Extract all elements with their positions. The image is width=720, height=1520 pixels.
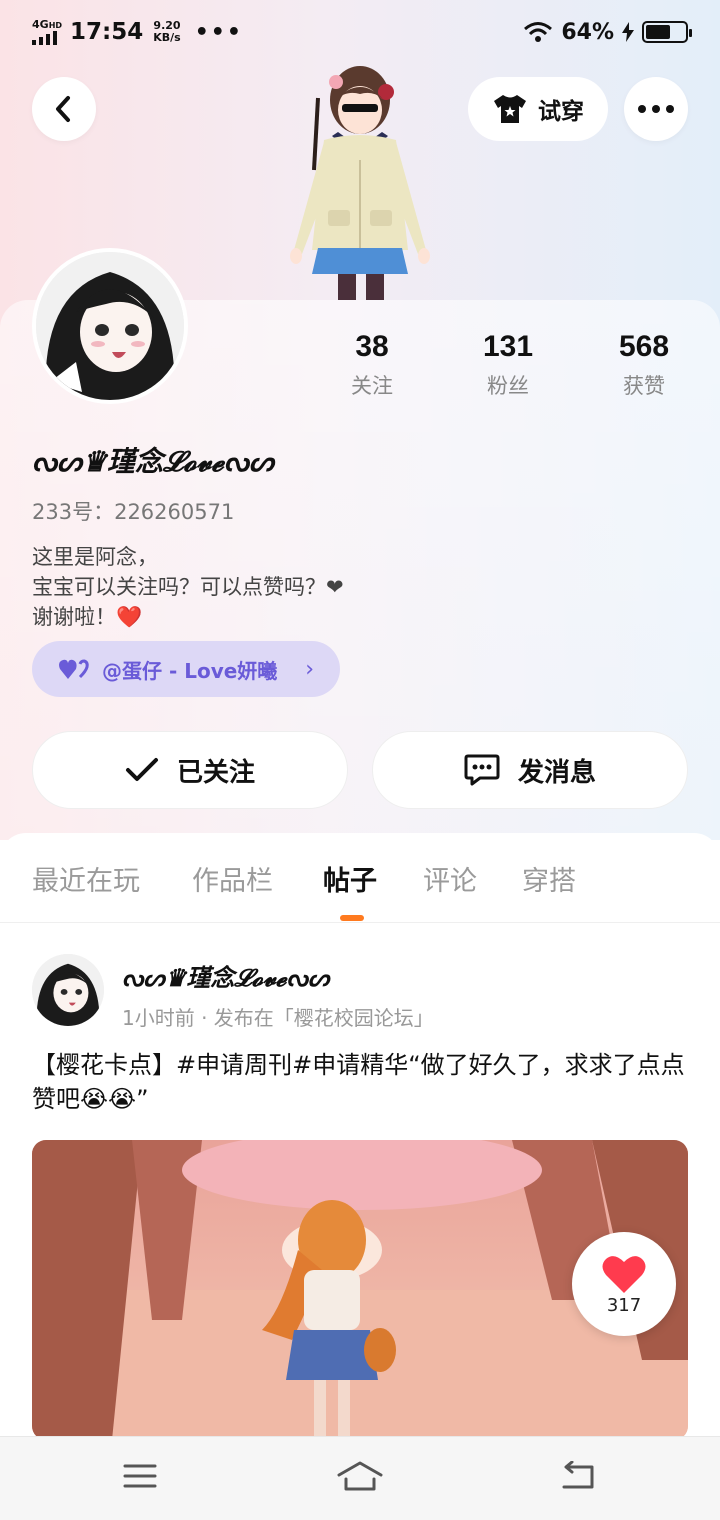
linked-hearts-icon xyxy=(59,659,89,679)
wifi-icon xyxy=(524,22,553,42)
profile-avatar[interactable] xyxy=(32,248,188,404)
send-message-label: 发消息 xyxy=(517,757,596,788)
post-meta: 1小时前 · 发布在「樱花校园论坛」 xyxy=(122,1006,434,1030)
bio-line: 谢谢啦！❤️ xyxy=(32,605,143,629)
tab-outfits[interactable]: 穿搭 xyxy=(522,859,576,898)
home-icon[interactable] xyxy=(336,1461,384,1493)
tab-recently-played[interactable]: 最近在玩 xyxy=(32,859,140,898)
cellular-signal-icon: 4GHD xyxy=(32,19,62,45)
tab-posts[interactable]: 帖子 xyxy=(323,859,377,898)
character-avatar xyxy=(290,66,430,300)
checkmark-icon xyxy=(125,758,158,781)
charging-icon xyxy=(622,22,634,42)
user-id[interactable]: 233号：226260571 xyxy=(32,496,234,526)
status-bar: 4GHD 17:54 9.20 KB/s ••• 64% xyxy=(0,0,720,64)
more-options-button[interactable] xyxy=(624,77,688,141)
like-button[interactable]: 317 xyxy=(572,1232,676,1336)
back-arrow-icon xyxy=(56,96,70,122)
followers-label: 粉丝 xyxy=(487,374,529,398)
status-time: 17:54 xyxy=(70,19,144,45)
following-button-label: 已关注 xyxy=(176,757,255,788)
try-on-button[interactable]: 试穿 xyxy=(468,77,608,141)
menu-icon[interactable] xyxy=(122,1461,158,1491)
heart-icon: ❤️ xyxy=(116,605,143,629)
post-avatar-illustration xyxy=(32,954,104,1026)
profile-bio: 这里是阿念， 宝宝可以关注吗？可以点赞吗？❤ 谢谢啦！❤️ xyxy=(32,542,344,632)
network-speed: 9.20 KB/s xyxy=(153,19,181,44)
likes-label: 获赞 xyxy=(623,374,665,398)
battery-icon xyxy=(642,21,692,43)
likes-count: 568 xyxy=(618,330,670,363)
battery-percent: 64% xyxy=(561,19,614,45)
following-button[interactable]: 已关注 xyxy=(32,731,348,809)
relationship-tag[interactable]: @蛋仔 - Love妍曦 › xyxy=(32,641,340,697)
chevron-right-icon: › xyxy=(305,656,314,682)
like-count: 317 xyxy=(606,1294,642,1316)
following-stat[interactable]: 38 关注 xyxy=(312,330,432,400)
bio-line: 这里是阿念， xyxy=(32,545,158,569)
content-tabs: 最近在玩 作品栏 帖子 评论 穿搭 xyxy=(0,833,720,923)
try-on-label: 试穿 xyxy=(538,99,584,125)
profile-username: ᔓᔕ♛瑾念𝓛𝓸𝓿𝓮ᔓᔕ xyxy=(32,445,274,478)
message-bubble-icon xyxy=(464,754,500,786)
status-more-icon: ••• xyxy=(194,19,243,45)
send-message-button[interactable]: 发消息 xyxy=(372,731,688,809)
post-text[interactable]: 【樱花卡点】#申请周刊#申请精华“做了好久了，求求了点点赞吧😭😭” xyxy=(32,1048,688,1116)
post-author-avatar[interactable] xyxy=(32,954,104,1026)
tab-works[interactable]: 作品栏 xyxy=(192,859,273,898)
tab-comments[interactable]: 评论 xyxy=(423,859,477,898)
following-label: 关注 xyxy=(351,374,393,398)
followers-count: 131 xyxy=(482,330,534,363)
post-author-name[interactable]: ᔓᔕ♛瑾念𝓛𝓸𝓿𝓮ᔓᔕ xyxy=(122,958,329,993)
following-count: 38 xyxy=(355,330,389,363)
tshirt-icon xyxy=(494,95,526,123)
back-nav-icon[interactable] xyxy=(560,1461,596,1491)
bio-line: 宝宝可以关注吗？可以点赞吗？❤ xyxy=(32,575,344,599)
active-tab-indicator xyxy=(340,915,364,921)
more-dots-icon xyxy=(638,105,674,113)
avatar-illustration xyxy=(36,252,184,400)
followers-stat[interactable]: 131 粉丝 xyxy=(448,330,568,400)
system-navigation-bar xyxy=(0,1436,720,1520)
relationship-tag-label: @蛋仔 - Love妍曦 xyxy=(102,658,278,683)
heart-icon xyxy=(602,1255,646,1293)
back-button[interactable] xyxy=(32,77,96,141)
likes-stat[interactable]: 568 获赞 xyxy=(584,330,704,400)
